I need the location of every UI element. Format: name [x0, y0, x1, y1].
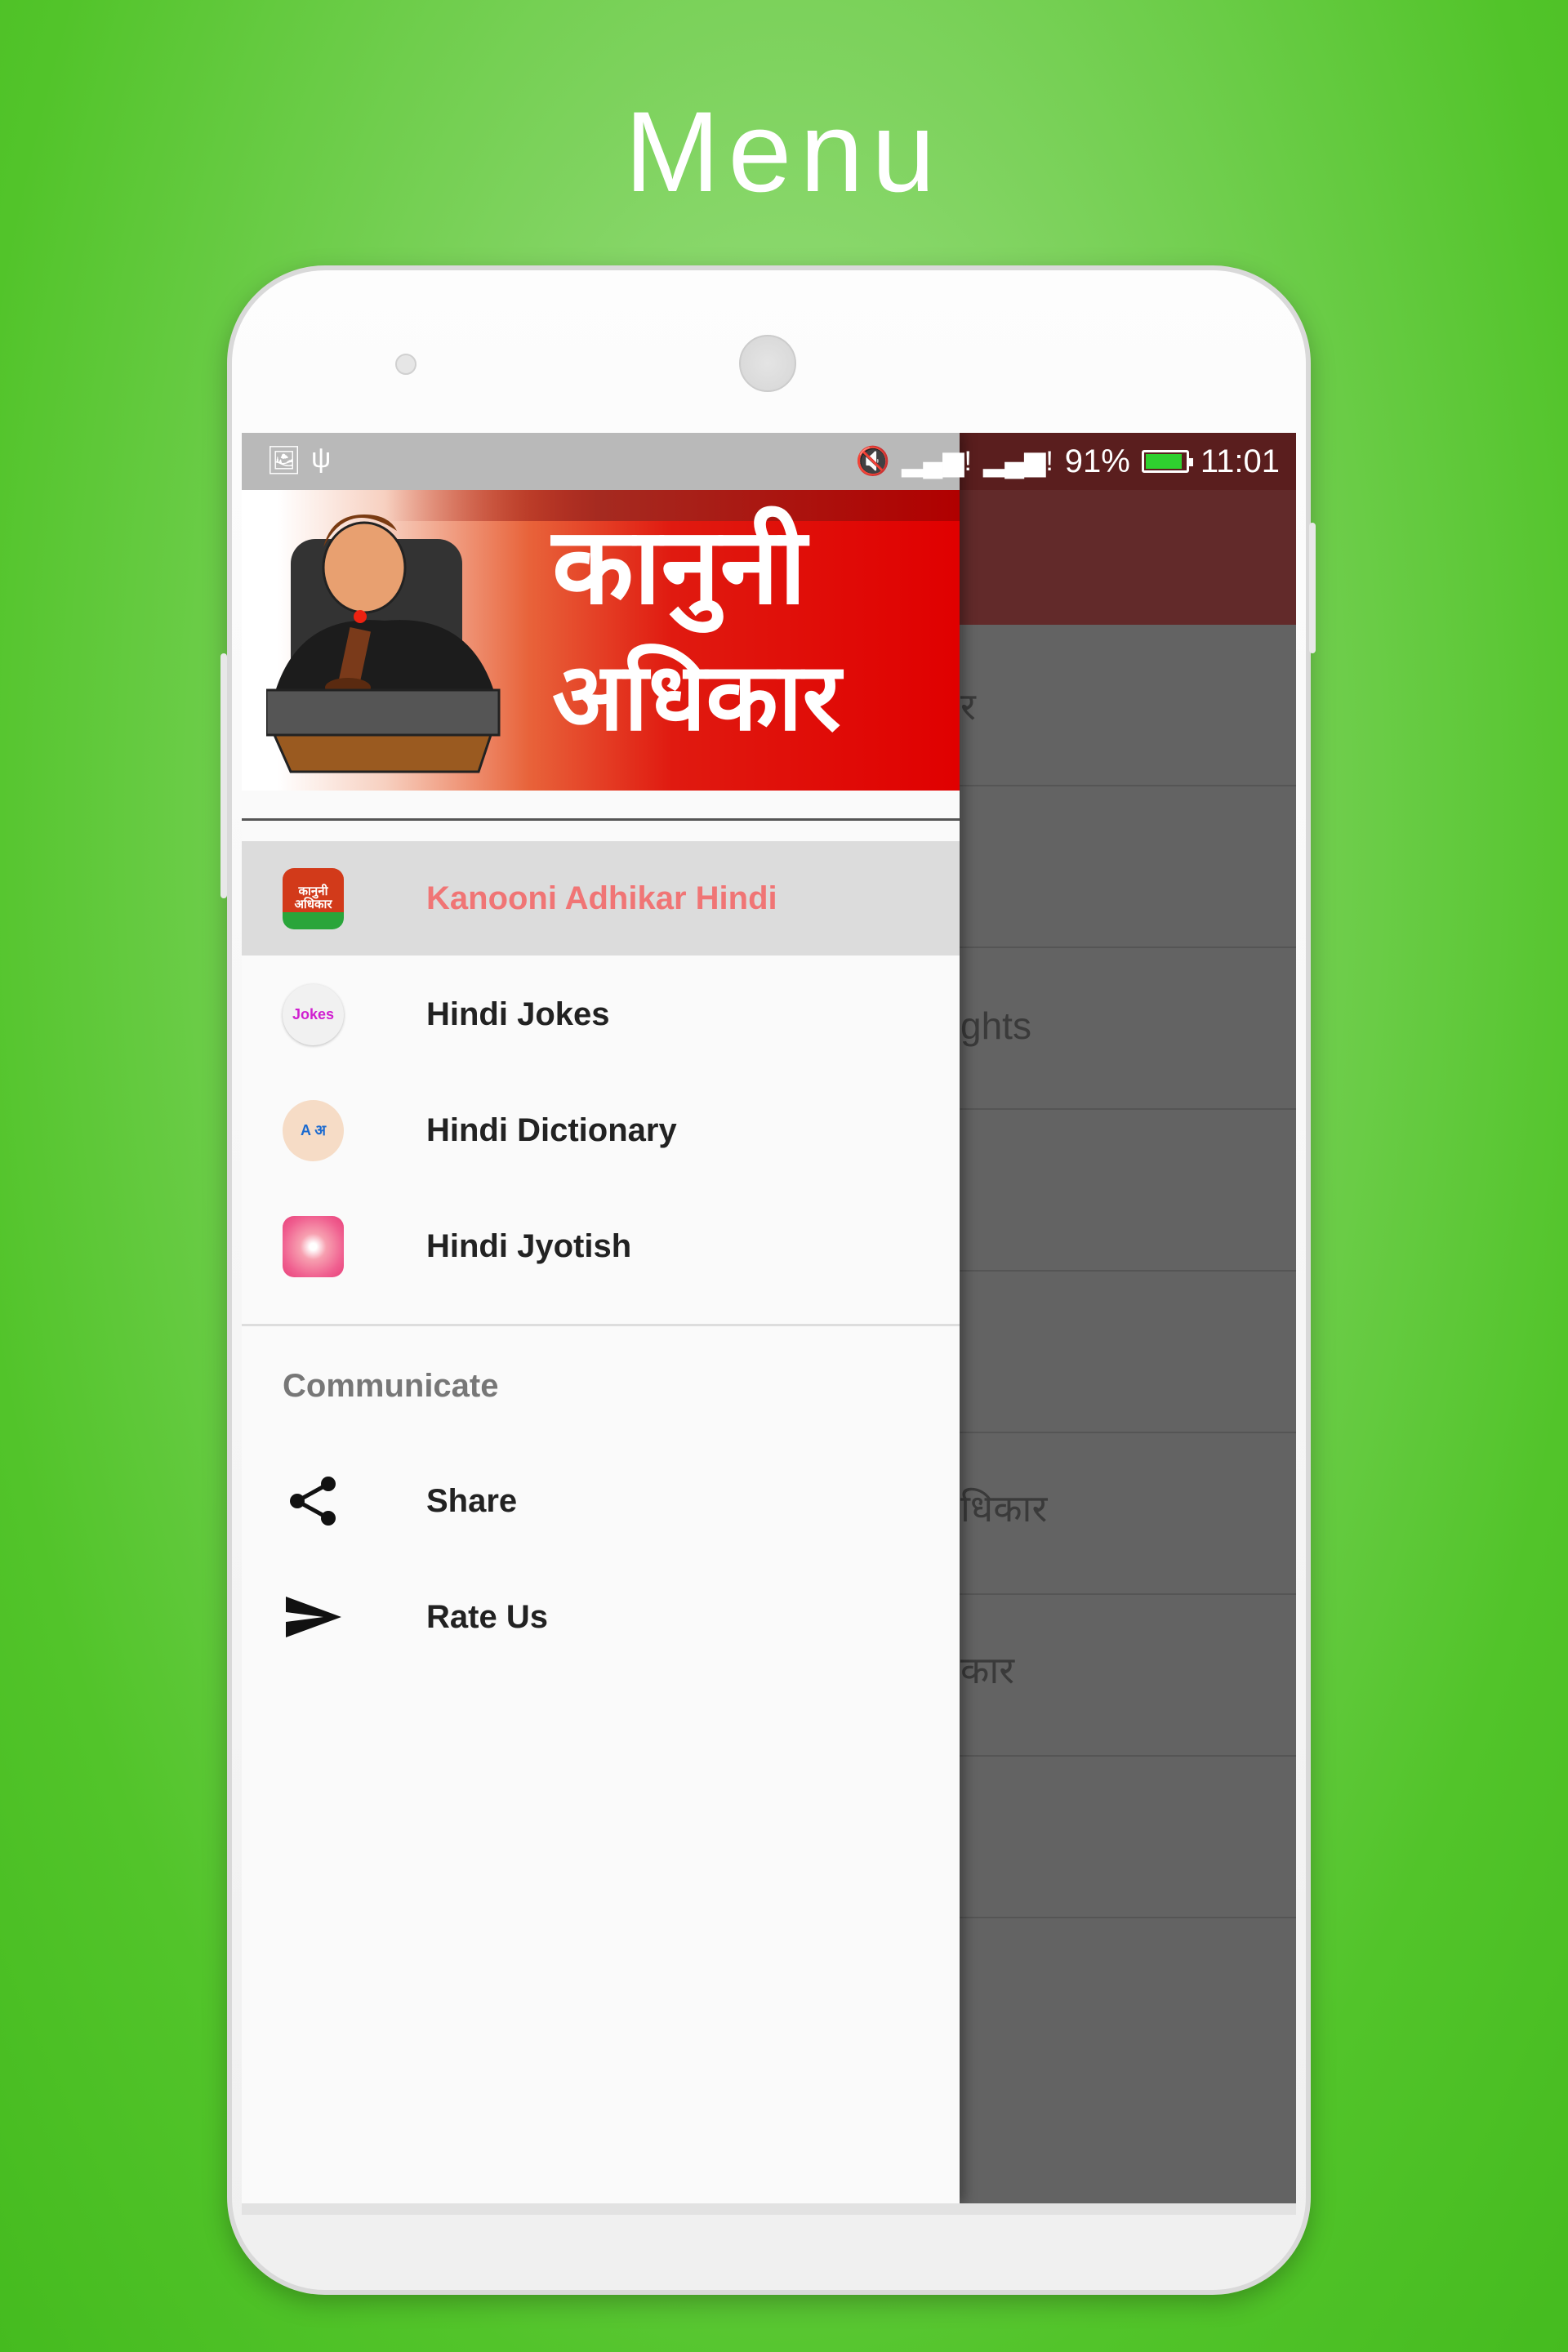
list-item-text: धिकार: [960, 1487, 1048, 1530]
drawer-item-hindi-jyotish[interactable]: Hindi Jyotish: [242, 1189, 960, 1303]
section-title-communicate: Communicate: [283, 1368, 499, 1404]
battery-icon: [1141, 450, 1193, 473]
send-icon: [286, 1596, 341, 1637]
battery-percent: 91%: [1064, 443, 1130, 479]
power-button: [1309, 523, 1316, 653]
status-bar-left: 🖼 ψ: [242, 433, 960, 490]
list-item-text: र: [960, 685, 976, 728]
front-camera: [395, 354, 416, 375]
header-title-line1: कानुनी: [552, 504, 807, 628]
hindi-dictionary-app-icon: A अ: [283, 1099, 344, 1161]
image-notification-icon: 🖼: [266, 445, 302, 476]
list-item-text: कार: [960, 1649, 1015, 1691]
share-icon: [290, 1476, 336, 1526]
volume-button: [220, 653, 227, 898]
drawer-item-share[interactable]: Share: [242, 1444, 960, 1558]
drawer-item-label: Hindi Jyotish: [426, 1227, 632, 1264]
navigation-drawer: कानुनी अधिकार कानुनी अधिकार Kanooni Adhi…: [242, 433, 960, 2203]
signal-icon: ▂▄▆!: [982, 446, 1054, 477]
drawer-item-hindi-jokes[interactable]: Jokes Hindi Jokes: [242, 957, 960, 1071]
status-icons: 🔇 ▂▄▆! ▂▄▆! 91% 11:01: [856, 433, 1280, 490]
drawer-item-label: Hindi Jokes: [426, 996, 610, 1032]
drawer-header-banner: कानुनी अधिकार: [242, 490, 960, 791]
promo-title: Menu: [624, 87, 944, 216]
section-divider: [242, 1324, 960, 1326]
drawer-item-label: Hindi Dictionary: [426, 1111, 677, 1148]
list-item-text: ghts: [960, 1004, 1031, 1047]
signal-icon: ▂▄▆!: [902, 446, 972, 477]
drawer-item-hindi-dictionary[interactable]: A अ Hindi Dictionary: [242, 1073, 960, 1187]
mute-icon: 🔇: [855, 446, 891, 477]
usb-icon: ψ: [311, 443, 332, 474]
header-title-line2: अधिकार: [552, 643, 841, 752]
judge-illustration: [266, 514, 501, 773]
drawer-item-label: Share: [426, 1482, 518, 1519]
hindi-jyotish-app-icon: [283, 1215, 344, 1277]
screen: र ghts धिकार कार 🖼 ψ 🔇 ▂▄▆! ▂▄▆! 91% 11:…: [242, 433, 1296, 2203]
speaker: [739, 335, 796, 392]
drawer-item-label: Rate Us: [426, 1598, 548, 1635]
header-divider: [242, 818, 960, 821]
phone-chin: [242, 2203, 1296, 2215]
kanooni-adhikar-app-icon: कानुनी अधिकार: [283, 867, 344, 929]
drawer-item-kanooni-adhikar-hindi[interactable]: कानुनी अधिकार Kanooni Adhikar Hindi: [242, 841, 960, 956]
drawer-item-label: Kanooni Adhikar Hindi: [426, 880, 777, 916]
hindi-jokes-app-icon: Jokes: [283, 983, 344, 1045]
drawer-item-rate-us[interactable]: Rate Us: [242, 1560, 960, 1674]
clock: 11:01: [1200, 443, 1280, 479]
